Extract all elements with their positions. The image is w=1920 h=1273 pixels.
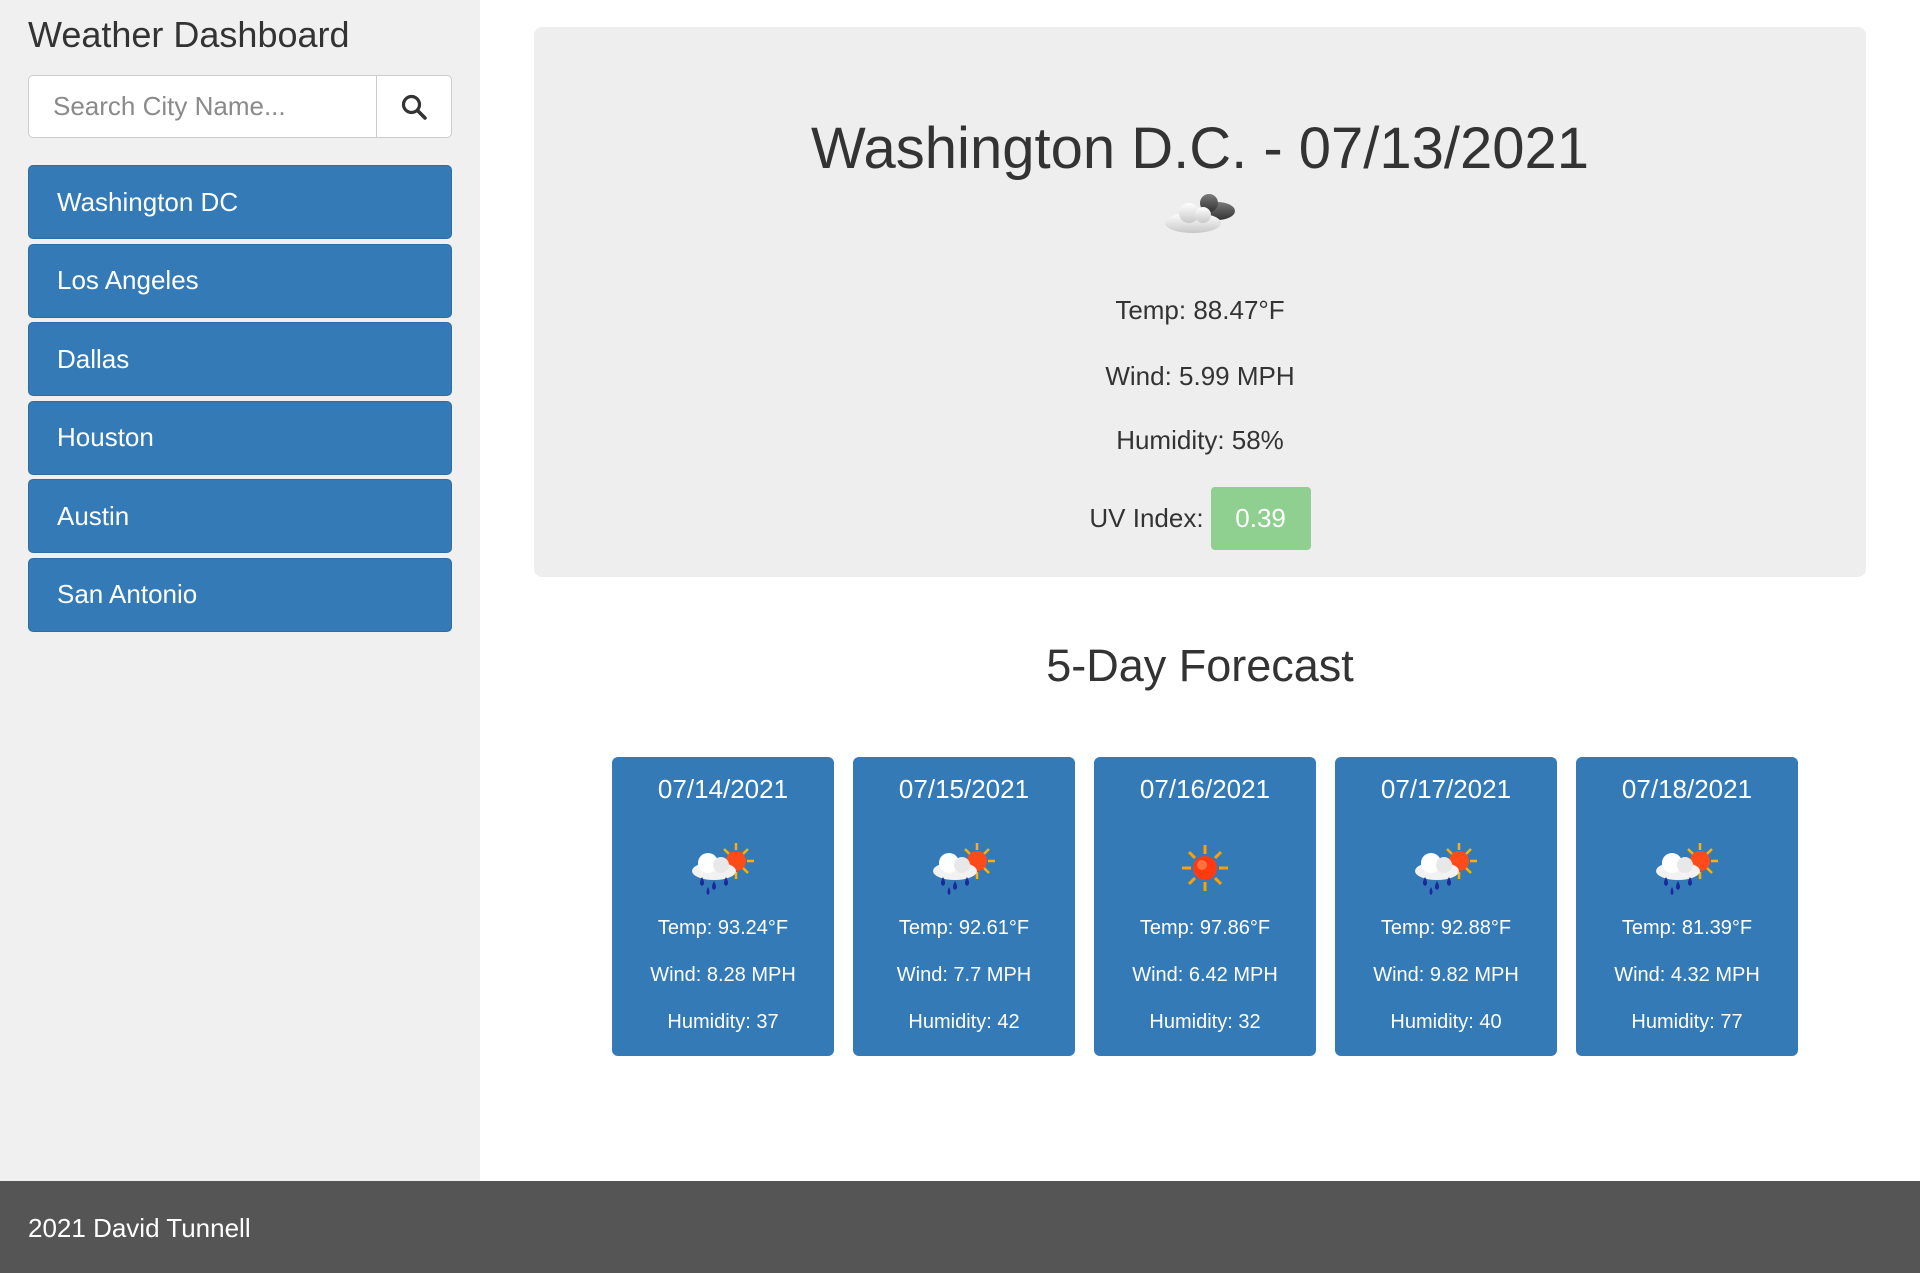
rain-sun-icon xyxy=(1415,843,1477,895)
forecast-card: 07/15/2021 Temp: 92.61°F Wind: 7.7 MPH H… xyxy=(853,757,1075,1056)
search-bar xyxy=(28,75,452,138)
forecast-card: 07/14/2021 Temp: 93.24°F Wind: 8.28 MPH xyxy=(612,757,834,1056)
sidebar: Weather Dashboard Washington DC Los Ange… xyxy=(0,0,480,1181)
forecast-date: 07/16/2021 xyxy=(1139,774,1271,804)
forecast-temp: Temp: 81.39°F xyxy=(1621,917,1753,939)
current-temp: Temp: 88.47°F xyxy=(1115,295,1285,325)
rain-sun-icon xyxy=(692,843,754,895)
city-button-los-angeles[interactable]: Los Angeles xyxy=(28,243,452,318)
forecast-humidity: Humidity: 77 xyxy=(1631,1011,1743,1033)
search-icon xyxy=(401,94,427,120)
city-button-washington-dc[interactable]: Washington DC xyxy=(28,165,452,239)
forecast-temp: Temp: 93.24°F xyxy=(657,917,789,939)
footer-credit: 2021 David Tunnell xyxy=(28,1213,251,1243)
current-weather-title: Washington D.C. - 07/13/2021 xyxy=(810,116,1590,181)
city-button-austin[interactable]: Austin xyxy=(28,479,452,553)
partly-cloudy-icon xyxy=(1165,194,1235,233)
forecast-temp: Temp: 97.86°F xyxy=(1139,917,1271,939)
search-button[interactable] xyxy=(377,75,452,138)
forecast-date: 07/18/2021 xyxy=(1621,774,1753,804)
current-weather-card: Washington D.C. - 07/13/2021 Temp: 88.47… xyxy=(534,27,1866,577)
forecast-temp: Temp: 92.88°F xyxy=(1380,917,1512,939)
forecast-heading: 5-Day Forecast xyxy=(1046,640,1354,691)
search-input[interactable] xyxy=(28,75,377,138)
city-button-houston[interactable]: Houston xyxy=(28,400,452,475)
search-history-list: Washington DC Los Angeles Dallas Houston… xyxy=(28,165,452,636)
forecast-wind: Wind: 7.7 MPH xyxy=(896,964,1032,986)
rain-sun-icon xyxy=(933,843,995,895)
forecast-date: 07/15/2021 xyxy=(898,774,1030,804)
app-root: Weather Dashboard Washington DC Los Ange… xyxy=(0,0,1920,1273)
forecast-humidity: Humidity: 32 xyxy=(1149,1011,1261,1033)
forecast-date: 07/17/2021 xyxy=(1380,774,1512,804)
city-button-san-antonio[interactable]: San Antonio xyxy=(28,557,452,632)
forecast-wind: Wind: 9.82 MPH xyxy=(1373,964,1519,986)
uv-index-row: UV Index: 0.39 xyxy=(534,487,1866,550)
sun-icon xyxy=(1182,845,1228,891)
forecast-card: 07/16/2021 Temp: 97.86°F Wind: 6.42 MPH … xyxy=(1094,757,1316,1056)
current-humidity: Humidity: 58% xyxy=(1116,425,1284,455)
forecast-temp: Temp: 92.61°F xyxy=(898,917,1030,939)
footer: 2021 David Tunnell xyxy=(0,1181,1920,1273)
forecast-humidity: Humidity: 40 xyxy=(1390,1011,1502,1033)
forecast-wind: Wind: 8.28 MPH xyxy=(650,964,796,986)
forecast-humidity: Humidity: 37 xyxy=(667,1011,779,1033)
rain-sun-icon xyxy=(1656,843,1718,895)
uv-index-label: UV Index: xyxy=(1089,503,1204,533)
forecast-list: 07/14/2021 Temp: 93.24°F Wind: 8.28 MPH xyxy=(612,757,1817,1056)
uv-index-badge: 0.39 xyxy=(1210,487,1311,550)
forecast-date: 07/14/2021 xyxy=(657,774,789,804)
forecast-card: 07/17/2021 Temp: 92.88°F Wind: 9.82 MPH xyxy=(1335,757,1557,1056)
forecast-card: 07/18/2021 Temp: 81.39°F Wind: 4.32 MPH xyxy=(1576,757,1798,1056)
forecast-wind: Wind: 6.42 MPH xyxy=(1132,964,1278,986)
app-title: Weather Dashboard xyxy=(28,14,350,55)
forecast-wind: Wind: 4.32 MPH xyxy=(1614,964,1760,986)
current-wind: Wind: 5.99 MPH xyxy=(1105,361,1295,391)
city-button-dallas[interactable]: Dallas xyxy=(28,322,452,396)
forecast-humidity: Humidity: 42 xyxy=(908,1011,1020,1033)
